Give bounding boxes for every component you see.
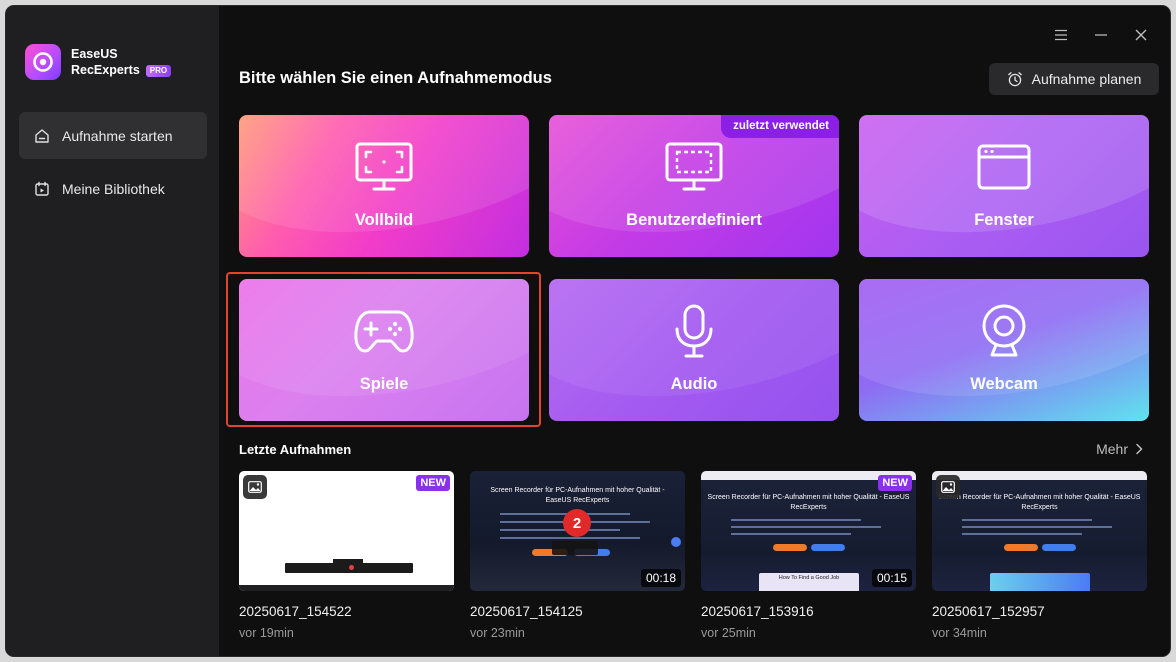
alarm-clock-icon: [1007, 72, 1022, 87]
recording-name: 20250617_152957: [932, 604, 1045, 619]
recording-age: vor 34min: [932, 626, 987, 640]
gamepad-icon: [354, 305, 414, 357]
home-icon: [35, 128, 49, 143]
mode-card-games[interactable]: Spiele: [239, 279, 529, 421]
mode-label: Vollbild: [354, 211, 414, 229]
preview-title: EaseUS RecExperts: [545, 497, 610, 504]
more-link[interactable]: Mehr: [1096, 441, 1146, 457]
brand-product: RecExperts: [71, 63, 140, 77]
sidebar-item-start-recording[interactable]: Aufnahme starten: [19, 112, 207, 159]
recent-recordings-title: Letzte Aufnahmen: [239, 442, 352, 457]
mode-card-webcam[interactable]: Webcam: [859, 279, 1149, 421]
mode-card-audio[interactable]: Audio: [549, 279, 839, 421]
mode-label: Webcam: [970, 375, 1038, 393]
recording-age: vor 25min: [701, 626, 756, 640]
recording-thumbnail[interactable]: NEW: [239, 471, 454, 591]
sidebar-item-label: Meine Bibliothek: [62, 180, 165, 197]
mode-label: Spiele: [359, 375, 409, 393]
image-icon: [936, 475, 960, 499]
image-icon: [243, 475, 267, 499]
duration-label: 00:15: [871, 569, 912, 587]
library-icon: [35, 181, 49, 196]
more-label: Mehr: [1096, 441, 1128, 457]
schedule-recording-button[interactable]: Aufnahme planen: [989, 63, 1159, 95]
preview-title: Screen Recorder für PC-Aufnahmen mit hoh…: [707, 494, 910, 501]
mode-label: Fenster: [974, 211, 1034, 229]
recording-thumbnail[interactable]: Screen Recorder für PC-Aufnahmen mit hoh…: [470, 471, 685, 591]
preview-title: RecExperts: [1021, 504, 1058, 511]
mode-card-window[interactable]: Fenster: [859, 115, 1149, 257]
brand: EaseUS RecExperts PRO: [25, 44, 172, 80]
pro-badge: PRO: [145, 65, 172, 77]
new-badge: NEW: [878, 475, 912, 491]
recently-used-badge: zuletzt verwendet: [721, 115, 839, 138]
app-logo-icon: [25, 44, 61, 80]
close-icon[interactable]: [1130, 24, 1152, 46]
duration-label: 00:18: [640, 569, 681, 587]
minimize-icon[interactable]: [1090, 24, 1112, 46]
chevron-right-icon: [1136, 443, 1143, 455]
microphone-icon: [664, 304, 724, 358]
app-window: EaseUS RecExperts PRO Aufnahme starten Me…: [6, 6, 1170, 656]
preview-title: Screen Recorder für PC-Aufnahmen mit hoh…: [490, 487, 665, 494]
page-title: Bitte wählen Sie einen Aufnahmemodus: [239, 69, 552, 87]
schedule-recording-label: Aufnahme planen: [1031, 71, 1142, 87]
preview-marker: 2: [563, 509, 591, 537]
mode-label: Audio: [670, 375, 718, 393]
recording-thumbnail[interactable]: Screen Recorder für PC-Aufnahmen mit hoh…: [701, 471, 916, 591]
new-badge: NEW: [416, 475, 450, 491]
brand-name: EaseUS: [71, 47, 118, 61]
mode-card-fullscreen[interactable]: Vollbild: [239, 115, 529, 257]
mode-card-custom[interactable]: zuletzt verwendet Benutzerdefiniert: [549, 115, 839, 257]
preview-title: RecExperts: [790, 504, 827, 511]
recording-thumbnail[interactable]: Screen Recorder für PC-Aufnahmen mit hoh…: [932, 471, 1147, 591]
sidebar: EaseUS RecExperts PRO Aufnahme starten Me…: [6, 6, 219, 656]
recording-age: vor 23min: [470, 626, 525, 640]
preview-title: Screen Recorder für PC-Aufnahmen mit hoh…: [938, 494, 1141, 501]
webcam-icon: [974, 304, 1034, 357]
main-panel: Bitte wählen Sie einen Aufnahmemodus Auf…: [219, 6, 1170, 656]
preview-caption: How To Find a Good Job: [778, 575, 840, 581]
recording-name: 20250617_154125: [470, 604, 583, 619]
recording-name: 20250617_153916: [701, 604, 814, 619]
fullscreen-monitor-icon: [354, 141, 414, 193]
sidebar-item-library[interactable]: Meine Bibliothek: [19, 165, 207, 212]
recording-age: vor 19min: [239, 626, 294, 640]
mode-label: Benutzerdefiniert: [626, 211, 762, 229]
recording-name: 20250617_154522: [239, 604, 352, 619]
custom-region-monitor-icon: [664, 141, 724, 193]
menu-icon[interactable]: [1050, 24, 1072, 46]
sidebar-item-label: Aufnahme starten: [62, 127, 173, 144]
window-icon: [974, 141, 1034, 193]
